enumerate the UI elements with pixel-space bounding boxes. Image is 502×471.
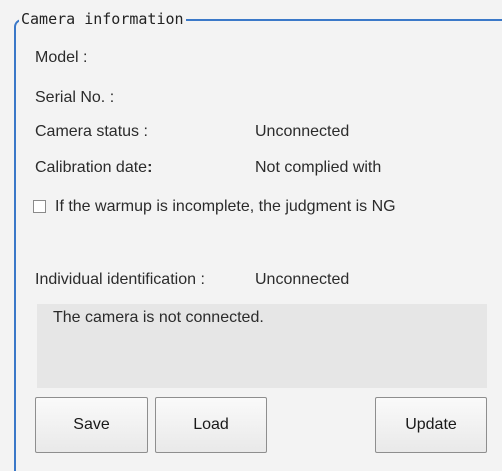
serial-label: Serial No. : — [35, 89, 115, 106]
individual-identification-label: Individual identification : — [35, 271, 205, 288]
calibration-date-value: Not complied with — [255, 159, 382, 176]
group-title: Camera information — [19, 10, 186, 28]
camera-status-label: Camera status : — [35, 123, 148, 140]
update-button[interactable]: Update — [375, 397, 487, 453]
camera-status-value: Unconnected — [255, 123, 350, 140]
message-box: The camera is not connected. — [37, 304, 487, 388]
calibration-date-colon: : — [147, 159, 153, 176]
warmup-checkbox[interactable] — [33, 200, 46, 213]
group-border-left — [14, 30, 16, 471]
save-button[interactable]: Save — [35, 397, 148, 453]
individual-identification-value: Unconnected — [255, 271, 350, 288]
calibration-date-label: Calibration date: — [35, 158, 152, 178]
load-button[interactable]: Load — [155, 397, 267, 453]
calibration-date-text: Calibration date — [35, 159, 148, 176]
message-text: The camera is not connected. — [53, 309, 264, 326]
warmup-checkbox-label[interactable]: If the warmup is incomplete, the judgmen… — [55, 197, 396, 217]
model-label: Model : — [35, 49, 88, 66]
